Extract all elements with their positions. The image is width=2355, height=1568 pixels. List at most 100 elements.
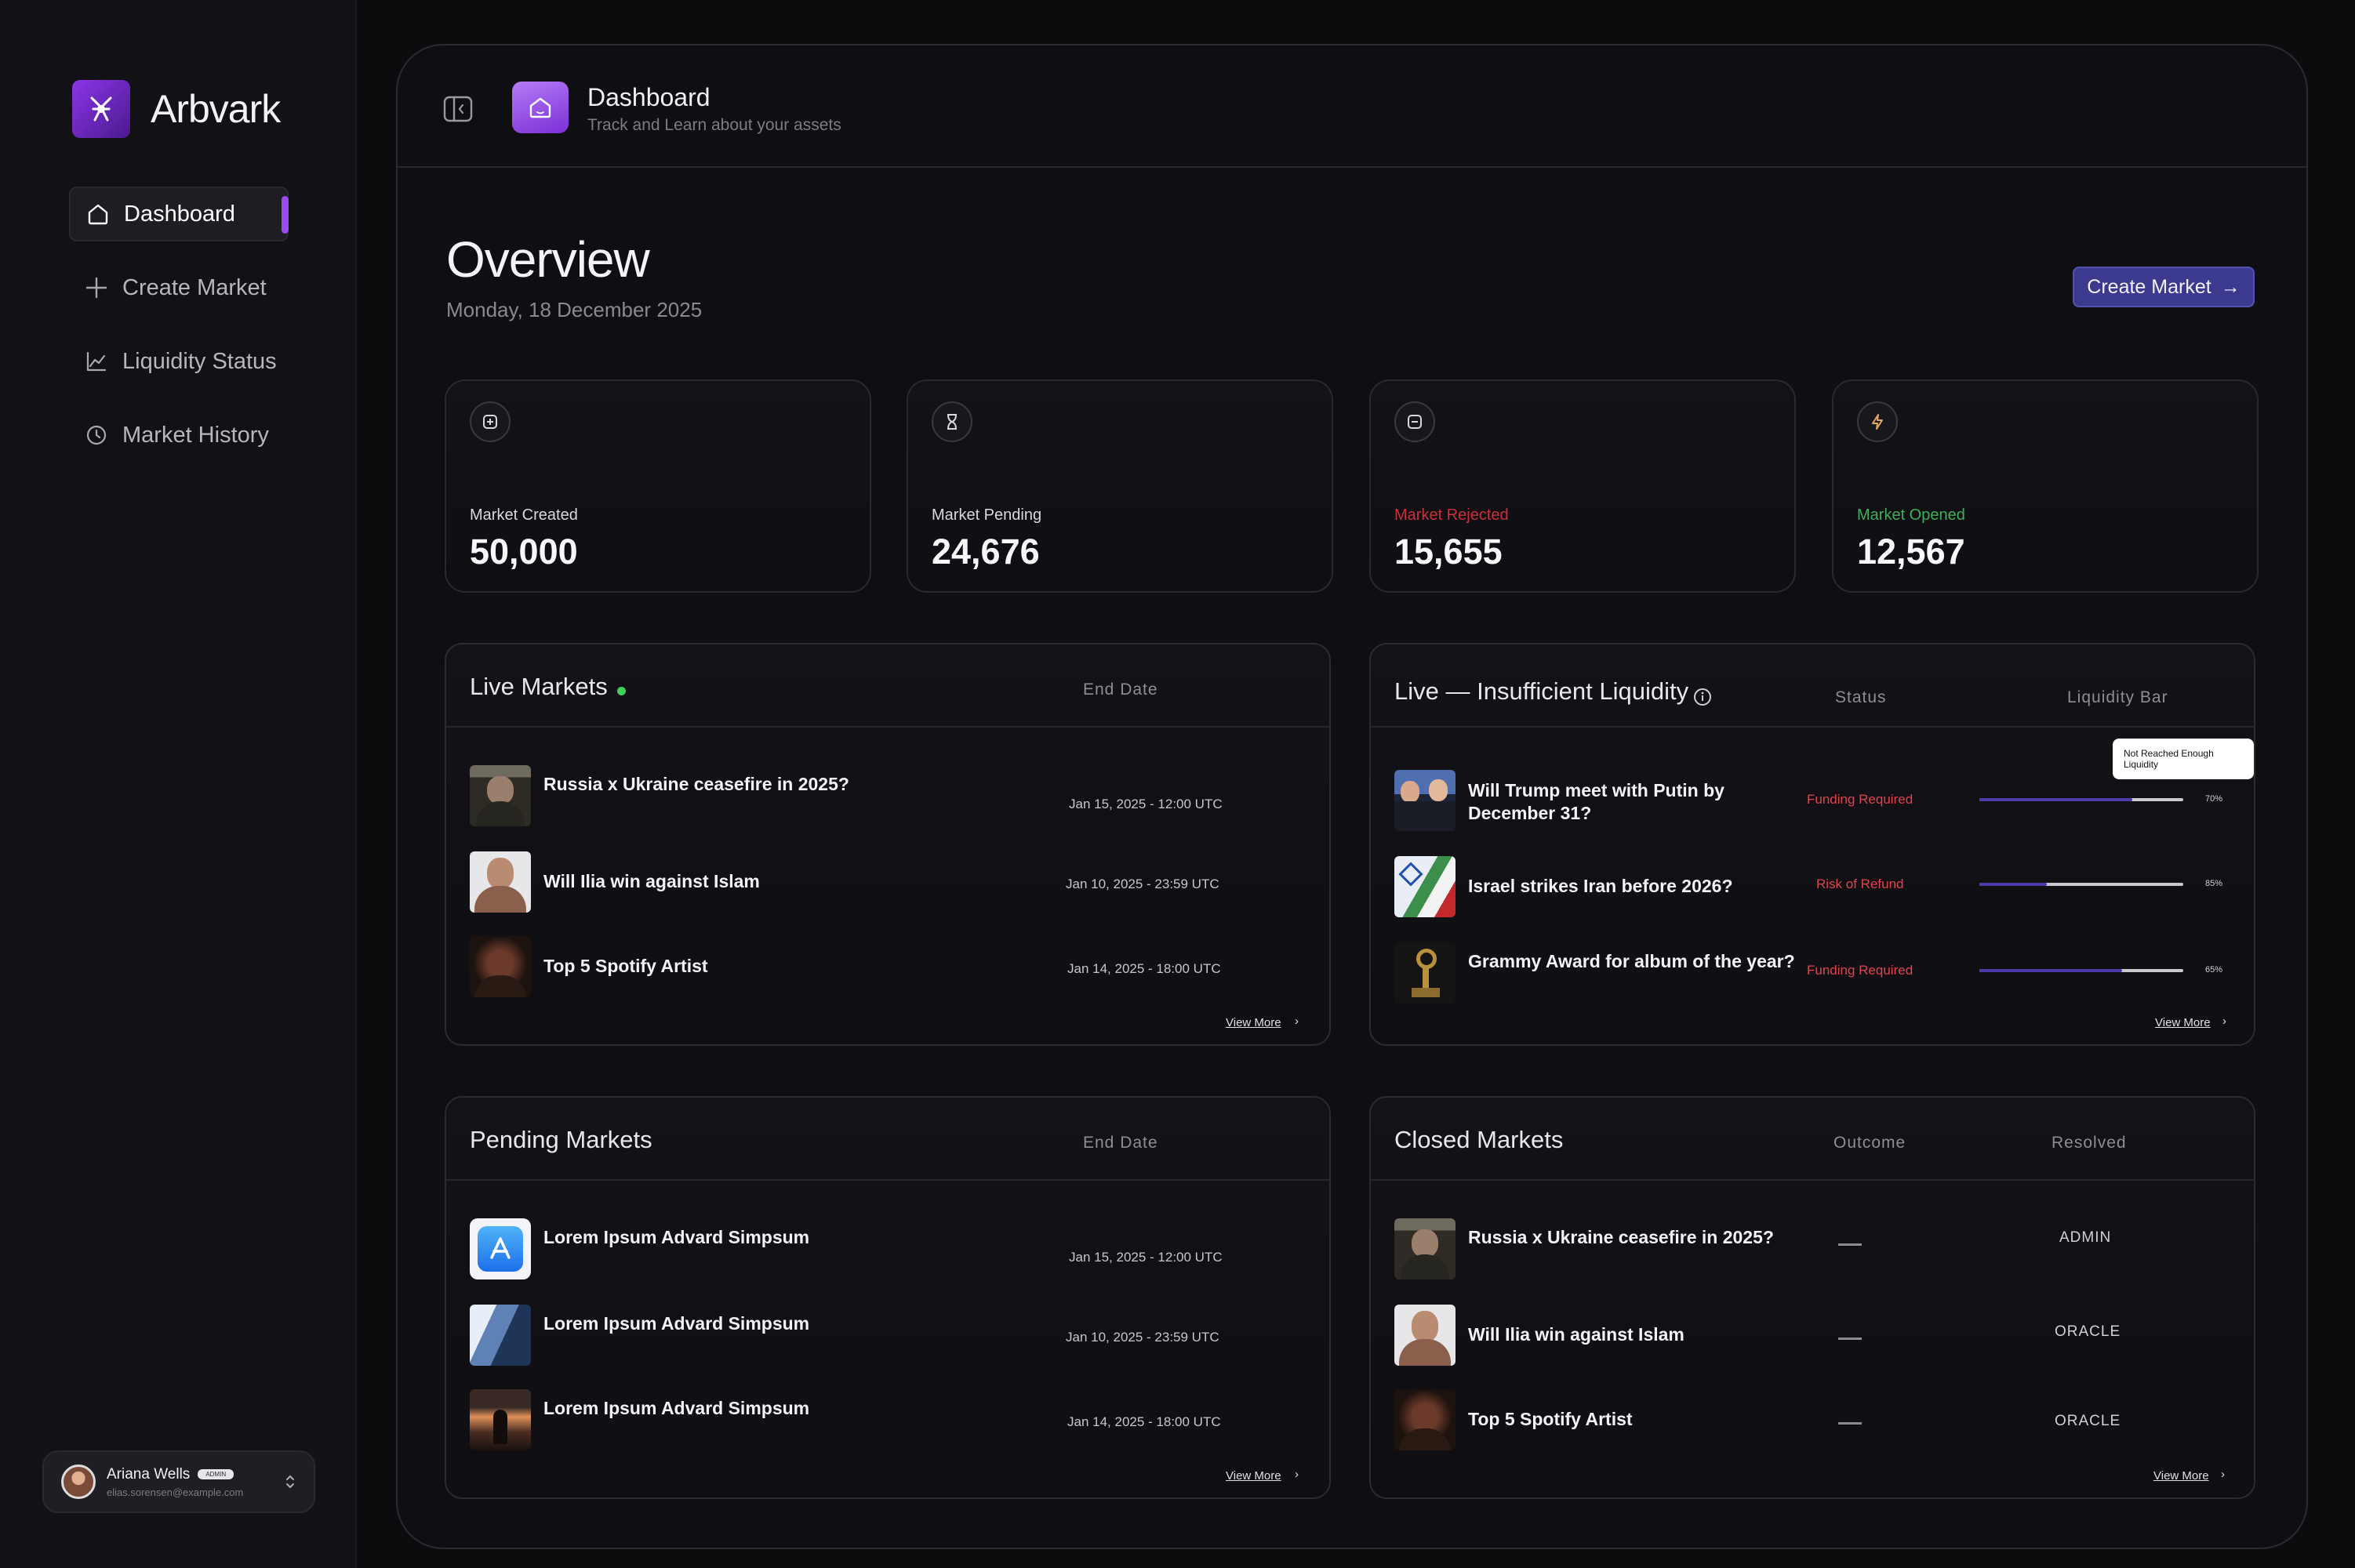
sidebar-item-liquidity-status[interactable]: Liquidity Status <box>69 334 289 389</box>
market-title: Top 5 Spotify Artist <box>543 956 708 976</box>
view-more-link[interactable]: View More <box>2153 1469 2209 1483</box>
market-end-date: Jan 10, 2025 - 23:59 UTC <box>1066 877 1219 891</box>
stat-card-market-rejected[interactable]: Market Rejected 15,655 <box>1369 379 1796 593</box>
overview-title: Overview <box>446 231 650 288</box>
create-market-label: Create Market <box>2087 275 2211 298</box>
table-row[interactable]: Top 5 Spotify Artist Jan 14, 2025 - 18:0… <box>470 936 1329 999</box>
stat-card-market-pending[interactable]: Market Pending 24,676 <box>907 379 1333 593</box>
plus-square-icon <box>470 401 511 442</box>
table-row[interactable]: Will Ilia win against Islam Jan 10, 2025… <box>470 851 1329 914</box>
column-header-liquidity-bar: Liquidity Bar <box>2067 688 2168 706</box>
market-thumbnail <box>470 1389 531 1450</box>
aardvark-logo-icon <box>72 80 130 138</box>
sidebar-toggle-icon[interactable] <box>443 96 473 122</box>
market-title: Top 5 Spotify Artist <box>1468 1409 1633 1429</box>
panel-title: Live Markets <box>470 673 608 700</box>
main-panel: Dashboard Track and Learn about your ass… <box>396 44 2308 1549</box>
table-row[interactable]: Top 5 Spotify Artist ORACLE <box>1394 1389 2254 1452</box>
plus-icon <box>85 277 107 299</box>
stat-label: Market Rejected <box>1394 506 1509 524</box>
stat-label: Market Opened <box>1857 506 1965 524</box>
resolved-by: ORACLE <box>2055 1413 2121 1429</box>
view-more-link[interactable]: View More <box>1226 1016 1281 1029</box>
market-thumbnail <box>1394 856 1456 917</box>
market-title: Will Ilia win against Islam <box>1468 1324 1684 1345</box>
sidebar-item-label: Market History <box>122 422 269 448</box>
overview-date: Monday, 18 December 2025 <box>446 298 703 321</box>
pending-markets-panel: Pending Markets End Date Lorem Ipsum Adv… <box>445 1096 1331 1499</box>
page-subtitle: Track and Learn about your assets <box>587 116 841 134</box>
market-thumbnail <box>1394 770 1456 831</box>
market-thumbnail <box>1394 1305 1456 1366</box>
market-thumbnail <box>1394 1218 1456 1279</box>
market-thumbnail <box>1394 942 1456 1004</box>
market-thumbnail <box>470 765 531 826</box>
liquidity-bar-fill <box>1979 883 2047 886</box>
market-title: Lorem Ipsum Advard Simpsum <box>543 1398 810 1418</box>
resolved-by: ADMIN <box>2059 1229 2112 1246</box>
market-title: Israel strikes Iran before 2026? <box>1468 876 1733 896</box>
brand[interactable]: Arbvark <box>72 80 281 138</box>
panel-title: Pending Markets <box>470 1126 652 1153</box>
user-info: Ariana Wells ADMIN elias.sorensen@exampl… <box>107 1466 243 1498</box>
chevron-right-icon: › <box>2222 1014 2226 1028</box>
outcome-empty-dash <box>1838 1243 1862 1246</box>
market-thumbnail <box>1394 1389 1456 1450</box>
clock-icon <box>86 425 107 445</box>
outcome-empty-dash <box>1838 1422 1862 1425</box>
stat-label: Market Pending <box>932 506 1042 524</box>
user-profile-card[interactable]: Ariana Wells ADMIN elias.sorensen@exampl… <box>42 1450 315 1513</box>
view-more-link[interactable]: View More <box>2155 1016 2211 1029</box>
liquidity-bar <box>1979 969 2183 972</box>
liquidity-bar <box>1979 798 2183 801</box>
sidebar-item-create-market[interactable]: Create Market <box>69 260 289 315</box>
sidebar-item-market-history[interactable]: Market History <box>69 408 289 463</box>
status-badge: Risk of Refund <box>1816 877 1904 891</box>
liquidity-bar <box>1979 883 2183 886</box>
table-row[interactable]: Lorem Ipsum Advard Simpsum Jan 10, 2025 … <box>470 1305 1329 1367</box>
market-title: Russia x Ukraine ceasefire in 2025? <box>543 774 849 794</box>
chevron-up-down-icon[interactable] <box>281 1472 300 1491</box>
market-title: Lorem Ipsum Advard Simpsum <box>543 1227 810 1247</box>
panel-header: Pending Markets End Date <box>446 1098 1329 1181</box>
view-more-link[interactable]: View More <box>1226 1469 1281 1483</box>
info-icon[interactable] <box>1692 687 1713 707</box>
hourglass-icon <box>932 401 972 442</box>
table-row[interactable]: Lorem Ipsum Advard Simpsum Jan 14, 2025 … <box>470 1389 1329 1452</box>
market-title: Lorem Ipsum Advard Simpsum <box>543 1313 810 1334</box>
panel-title: Live — Insufficient Liquidity <box>1394 677 1689 705</box>
stat-value: 15,655 <box>1394 532 1503 572</box>
role-badge: ADMIN <box>198 1469 234 1479</box>
sidebar-item-label: Create Market <box>122 274 267 300</box>
table-row[interactable]: Will Trump meet with Putin by December 3… <box>1394 770 2254 833</box>
sidebar-item-label: Liquidity Status <box>122 348 277 374</box>
sidebar-item-dashboard[interactable]: Dashboard <box>69 187 289 241</box>
column-header-resolved: Resolved <box>2052 1134 2127 1152</box>
market-end-date: Jan 14, 2025 - 18:00 UTC <box>1067 961 1221 976</box>
stat-value: 50,000 <box>470 532 578 572</box>
live-markets-panel: Live Markets End Date Russia x Ukraine c… <box>445 643 1331 1046</box>
table-row[interactable]: Russia x Ukraine ceasefire in 2025? Jan … <box>470 765 1329 828</box>
table-row[interactable]: Israel strikes Iran before 2026? Risk of… <box>1394 856 2254 919</box>
chevron-right-icon: › <box>2221 1468 2225 1481</box>
home-icon <box>88 204 108 225</box>
table-row[interactable]: Will Ilia win against Islam ORACLE <box>1394 1305 2254 1367</box>
resolved-by: ORACLE <box>2055 1323 2121 1340</box>
market-title: Grammy Award for album of the year? <box>1468 951 1795 971</box>
chart-line-icon <box>86 351 107 372</box>
stat-value: 12,567 <box>1857 532 1965 572</box>
stat-label: Market Created <box>470 506 578 524</box>
liquidity-percent: 85% <box>2205 879 2223 888</box>
status-badge: Funding Required <box>1807 792 1913 807</box>
stat-card-market-created[interactable]: Market Created 50,000 <box>445 379 871 593</box>
stat-card-market-opened[interactable]: Market Opened 12,567 <box>1832 379 2259 593</box>
table-row[interactable]: Lorem Ipsum Advard Simpsum Jan 15, 2025 … <box>470 1218 1329 1281</box>
outcome-empty-dash <box>1838 1338 1862 1340</box>
table-row[interactable]: Grammy Award for album of the year? Fund… <box>1394 942 2254 1005</box>
market-title: Will Ilia win against Islam <box>543 871 760 891</box>
status-badge: Funding Required <box>1807 963 1913 978</box>
table-row[interactable]: Russia x Ukraine ceasefire in 2025? ADMI… <box>1394 1218 2254 1281</box>
market-end-date: Jan 15, 2025 - 12:00 UTC <box>1069 1250 1223 1265</box>
create-market-button[interactable]: Create Market → <box>2073 267 2255 307</box>
insufficient-liquidity-panel: Live — Insufficient Liquidity Status Liq… <box>1369 643 2255 1046</box>
